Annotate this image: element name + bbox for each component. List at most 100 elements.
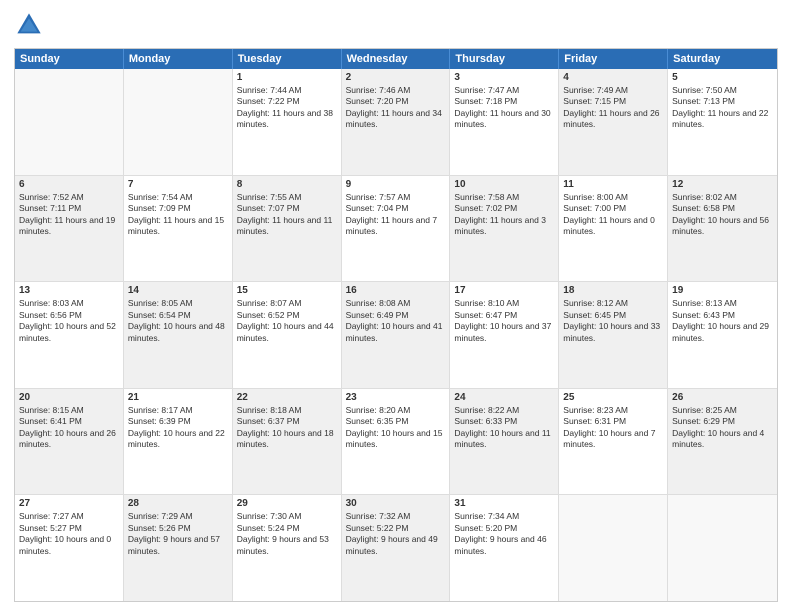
day-number: 18 <box>563 285 663 296</box>
cal-cell-2-4: 17Sunrise: 8:10 AMSunset: 6:47 PMDayligh… <box>450 282 559 388</box>
daylight-text: Daylight: 10 hours and 37 minutes. <box>454 321 554 344</box>
daylight-text: Daylight: 11 hours and 34 minutes. <box>346 108 446 131</box>
sunset-text: Sunset: 6:52 PM <box>237 310 337 321</box>
daylight-text: Daylight: 10 hours and 26 minutes. <box>19 428 119 451</box>
sunset-text: Sunset: 7:20 PM <box>346 96 446 107</box>
daylight-text: Daylight: 11 hours and 22 minutes. <box>672 108 773 131</box>
day-number: 2 <box>346 72 446 83</box>
sunrise-text: Sunrise: 8:22 AM <box>454 405 554 416</box>
header-cell-wednesday: Wednesday <box>342 49 451 69</box>
day-number: 19 <box>672 285 773 296</box>
sunrise-text: Sunrise: 8:18 AM <box>237 405 337 416</box>
cal-cell-0-3: 2Sunrise: 7:46 AMSunset: 7:20 PMDaylight… <box>342 69 451 175</box>
sunset-text: Sunset: 5:22 PM <box>346 523 446 534</box>
day-number: 28 <box>128 498 228 509</box>
sunrise-text: Sunrise: 7:54 AM <box>128 192 228 203</box>
sunset-text: Sunset: 5:24 PM <box>237 523 337 534</box>
sunset-text: Sunset: 6:41 PM <box>19 416 119 427</box>
daylight-text: Daylight: 9 hours and 57 minutes. <box>128 534 228 557</box>
sunrise-text: Sunrise: 7:29 AM <box>128 511 228 522</box>
sunrise-text: Sunrise: 7:32 AM <box>346 511 446 522</box>
sunrise-text: Sunrise: 7:30 AM <box>237 511 337 522</box>
day-number: 7 <box>128 179 228 190</box>
sunset-text: Sunset: 7:09 PM <box>128 203 228 214</box>
cal-cell-1-0: 6Sunrise: 7:52 AMSunset: 7:11 PMDaylight… <box>15 176 124 282</box>
cal-cell-0-5: 4Sunrise: 7:49 AMSunset: 7:15 PMDaylight… <box>559 69 668 175</box>
cal-cell-4-2: 29Sunrise: 7:30 AMSunset: 5:24 PMDayligh… <box>233 495 342 601</box>
day-number: 30 <box>346 498 446 509</box>
cal-cell-0-6: 5Sunrise: 7:50 AMSunset: 7:13 PMDaylight… <box>668 69 777 175</box>
sunrise-text: Sunrise: 7:49 AM <box>563 85 663 96</box>
day-number: 12 <box>672 179 773 190</box>
daylight-text: Daylight: 11 hours and 3 minutes. <box>454 215 554 238</box>
sunrise-text: Sunrise: 8:17 AM <box>128 405 228 416</box>
day-number: 16 <box>346 285 446 296</box>
daylight-text: Daylight: 9 hours and 53 minutes. <box>237 534 337 557</box>
sunrise-text: Sunrise: 8:07 AM <box>237 298 337 309</box>
header-cell-saturday: Saturday <box>668 49 777 69</box>
daylight-text: Daylight: 10 hours and 15 minutes. <box>346 428 446 451</box>
day-number: 5 <box>672 72 773 83</box>
cal-cell-4-4: 31Sunrise: 7:34 AMSunset: 5:20 PMDayligh… <box>450 495 559 601</box>
sunset-text: Sunset: 6:47 PM <box>454 310 554 321</box>
calendar: SundayMondayTuesdayWednesdayThursdayFrid… <box>14 48 778 602</box>
sunset-text: Sunset: 6:31 PM <box>563 416 663 427</box>
day-number: 31 <box>454 498 554 509</box>
cal-cell-4-1: 28 Sunrise: 7:29 AMSunset: 5:26 PMDayligh… <box>124 495 233 601</box>
sunset-text: Sunset: 6:33 PM <box>454 416 554 427</box>
cal-cell-2-2: 15Sunrise: 8:07 AMSunset: 6:52 PMDayligh… <box>233 282 342 388</box>
day-number: 13 <box>19 285 119 296</box>
cal-cell-0-1 <box>124 69 233 175</box>
sunrise-text: Sunrise: 7:57 AM <box>346 192 446 203</box>
calendar-row-2: 13Sunrise: 8:03 AMSunset: 6:56 PMDayligh… <box>15 281 777 388</box>
sunrise-text: Sunrise: 7:55 AM <box>237 192 337 203</box>
logo <box>14 10 48 40</box>
logo-icon <box>14 10 44 40</box>
cal-cell-3-1: 21Sunrise: 8:17 AMSunset: 6:39 PMDayligh… <box>124 389 233 495</box>
sunset-text: Sunset: 5:26 PM <box>128 523 228 534</box>
sunrise-text: Sunrise: 8:05 AM <box>128 298 228 309</box>
daylight-text: Daylight: 11 hours and 30 minutes. <box>454 108 554 131</box>
day-number: 20 <box>19 392 119 403</box>
sunset-text: Sunset: 7:18 PM <box>454 96 554 107</box>
cal-cell-0-0 <box>15 69 124 175</box>
calendar-row-1: 6Sunrise: 7:52 AMSunset: 7:11 PMDaylight… <box>15 175 777 282</box>
day-number: 17 <box>454 285 554 296</box>
sunset-text: Sunset: 6:39 PM <box>128 416 228 427</box>
cal-cell-1-6: 12Sunrise: 8:02 AMSunset: 6:58 PMDayligh… <box>668 176 777 282</box>
sunset-text: Sunset: 7:22 PM <box>237 96 337 107</box>
sunset-text: Sunset: 6:58 PM <box>672 203 773 214</box>
sunset-text: Sunset: 6:56 PM <box>19 310 119 321</box>
cal-cell-2-1: 14Sunrise: 8:05 AMSunset: 6:54 PMDayligh… <box>124 282 233 388</box>
day-number: 9 <box>346 179 446 190</box>
cal-cell-1-5: 11Sunrise: 8:00 AMSunset: 7:00 PMDayligh… <box>559 176 668 282</box>
header-cell-monday: Monday <box>124 49 233 69</box>
calendar-row-4: 27Sunrise: 7:27 AMSunset: 5:27 PMDayligh… <box>15 494 777 601</box>
day-number: 1 <box>237 72 337 83</box>
daylight-text: Daylight: 10 hours and 56 minutes. <box>672 215 773 238</box>
sunset-text: Sunset: 6:54 PM <box>128 310 228 321</box>
sunrise-text: Sunrise: 8:20 AM <box>346 405 446 416</box>
sunrise-text: Sunrise: 8:12 AM <box>563 298 663 309</box>
calendar-row-3: 20Sunrise: 8:15 AMSunset: 6:41 PMDayligh… <box>15 388 777 495</box>
daylight-text: Daylight: 11 hours and 11 minutes. <box>237 215 337 238</box>
cal-cell-1-2: 8Sunrise: 7:55 AMSunset: 7:07 PMDaylight… <box>233 176 342 282</box>
cal-cell-2-5: 18Sunrise: 8:12 AMSunset: 6:45 PMDayligh… <box>559 282 668 388</box>
sunset-text: Sunset: 7:02 PM <box>454 203 554 214</box>
sunset-text: Sunset: 6:35 PM <box>346 416 446 427</box>
day-number: 14 <box>128 285 228 296</box>
daylight-text: Daylight: 11 hours and 15 minutes. <box>128 215 228 238</box>
day-number: 22 <box>237 392 337 403</box>
cal-cell-3-3: 23Sunrise: 8:20 AMSunset: 6:35 PMDayligh… <box>342 389 451 495</box>
header-cell-sunday: Sunday <box>15 49 124 69</box>
sunset-text: Sunset: 6:49 PM <box>346 310 446 321</box>
calendar-body: 1Sunrise: 7:44 AMSunset: 7:22 PMDaylight… <box>15 69 777 601</box>
header <box>14 10 778 40</box>
sunset-text: Sunset: 7:00 PM <box>563 203 663 214</box>
daylight-text: Daylight: 10 hours and 7 minutes. <box>563 428 663 451</box>
daylight-text: Daylight: 9 hours and 49 minutes. <box>346 534 446 557</box>
daylight-text: Daylight: 10 hours and 4 minutes. <box>672 428 773 451</box>
cal-cell-1-3: 9Sunrise: 7:57 AMSunset: 7:04 PMDaylight… <box>342 176 451 282</box>
day-number: 10 <box>454 179 554 190</box>
sunrise-text: Sunrise: 8:00 AM <box>563 192 663 203</box>
